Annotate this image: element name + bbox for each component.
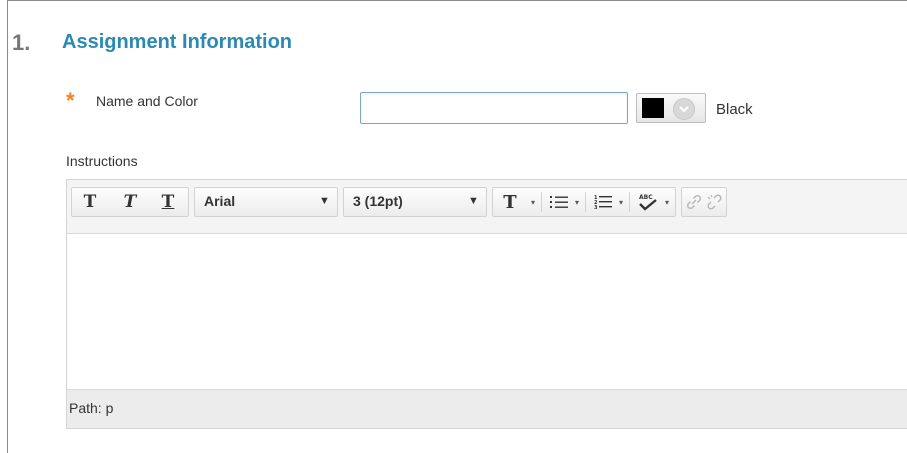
unlink-icon [707,194,722,210]
name-input[interactable] [360,92,628,124]
format-group: T ▾ ▾ 1 2 3 ▾ ABC ▾ [492,187,676,217]
svg-text:3: 3 [594,205,598,210]
divider [541,192,542,212]
bold-icon: T [83,192,97,212]
italic-button[interactable]: T [116,188,144,216]
numbered-list-icon: 1 2 3 [594,195,612,210]
instructions-label: Instructions [66,153,138,169]
dropdown-arrow-icon: ▼ [319,195,330,207]
path-element[interactable]: p [106,400,114,416]
dropdown-arrow-icon: ▼ [468,195,479,207]
spellcheck-icon: ABC [639,194,657,211]
color-swatch [642,98,664,118]
path-label: Path: [69,400,102,416]
instructions-editor-body[interactable] [67,234,907,390]
dropdown-arrow-icon: ▾ [575,197,580,207]
path-bar: Path: p [67,389,907,428]
section-title: Assignment Information [62,31,293,53]
dropdown-arrow-icon: ▾ [531,197,536,207]
divider [585,192,586,212]
unlink-button[interactable] [705,188,725,216]
link-group [681,187,727,217]
name-color-label: Name and Color [96,93,198,109]
font-size-select[interactable]: 3 (12pt) ▼ [343,187,487,217]
dropdown-arrow-icon: ▾ [619,197,624,207]
font-family-value: Arial [204,193,236,209]
numbered-list-dropdown[interactable]: ▾ [619,188,623,216]
path-text: Path: p [69,400,113,416]
underline-icon: T [161,192,175,212]
divider [629,192,630,212]
color-name: Black [716,101,753,118]
bullet-list-dropdown[interactable]: ▾ [575,188,579,216]
font-size-value: 3 (12pt) [353,193,403,209]
italic-icon: T [123,192,137,212]
text-color-button[interactable]: T [496,188,524,216]
spellcheck-dropdown[interactable]: ▾ [665,188,669,216]
color-picker-button[interactable] [636,93,706,123]
font-family-select[interactable]: Arial ▼ [194,187,338,217]
numbered-list-button[interactable]: 1 2 3 [591,188,615,216]
required-icon: * [66,88,75,113]
editor-toolbar: T T T Arial ▼ 3 (12pt) ▼ T ▾ ▾ 1 2 3 ▾ A… [67,180,907,234]
rich-text-editor: T T T Arial ▼ 3 (12pt) ▼ T ▾ ▾ 1 2 3 ▾ A… [66,179,907,429]
text-style-group: T T T [71,187,189,217]
svg-text:ABC: ABC [639,194,653,201]
bold-button[interactable]: T [76,188,104,216]
text-color-dropdown[interactable]: ▾ [531,188,535,216]
bullet-list-icon [550,196,568,208]
step-number: 1. [12,30,31,55]
chevron-down-icon [673,98,695,120]
dropdown-arrow-icon: ▾ [665,197,670,207]
link-icon [686,194,702,210]
insert-link-button[interactable] [684,188,704,216]
spellcheck-button[interactable]: ABC [635,188,661,216]
bullet-list-button[interactable] [547,188,571,216]
underline-button[interactable]: T [154,188,182,216]
text-color-icon: T [503,191,517,213]
